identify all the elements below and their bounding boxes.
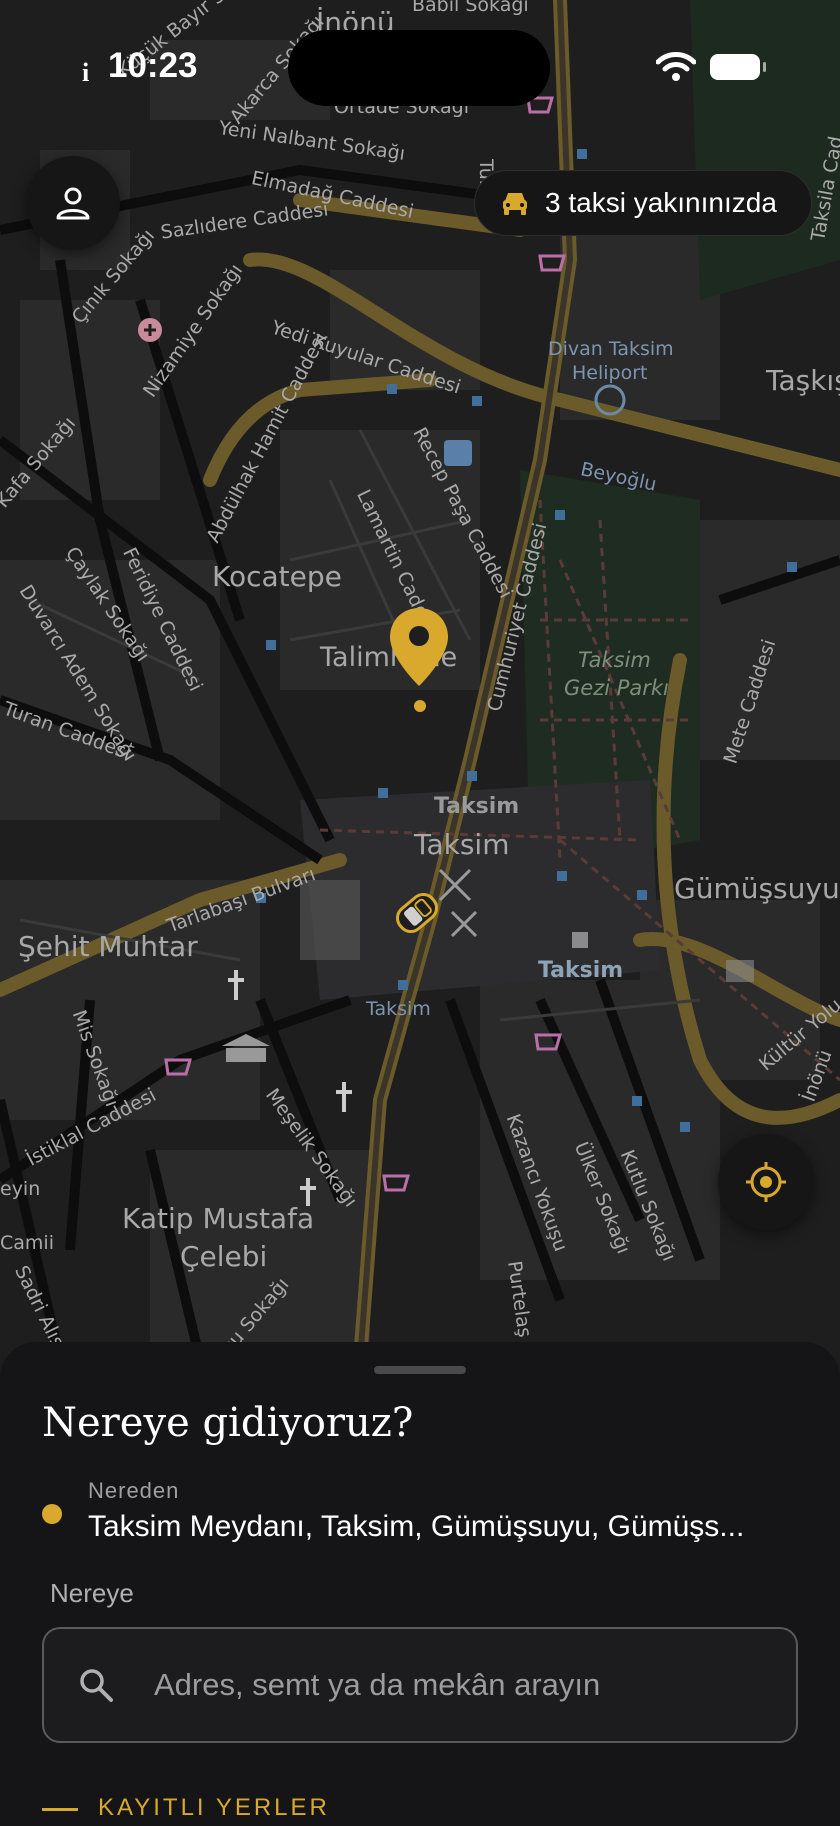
car-icon (503, 193, 527, 215)
person-icon (56, 187, 90, 220)
map-label: Heliport (572, 362, 648, 384)
info-icon: i (82, 58, 90, 87)
map-label: Gümüşsuyu (674, 872, 840, 905)
map-label: Şehit Muhtar (18, 930, 198, 963)
status-time: 10:23 (108, 46, 198, 85)
saved-places-title: KAYITLI YERLER (98, 1794, 330, 1821)
map-pin-icon (390, 608, 448, 712)
sheet-title: Nereye gidiyoruz? (42, 1400, 414, 1446)
map-label: Taksim (578, 648, 651, 672)
sheet-handle[interactable] (374, 1366, 466, 1374)
map-label: Taşkış (766, 364, 840, 397)
map-label: eyin (0, 1178, 41, 1200)
battery-icon (710, 54, 766, 80)
pickup-address[interactable]: Taksim Meydanı, Taksim, Gümüşsuyu, Gümüş… (88, 1510, 808, 1544)
search-icon (80, 1669, 113, 1702)
nearby-taxis-text: 3 taksi yakınınızda (545, 187, 777, 218)
locate-me-button[interactable] (718, 1134, 814, 1230)
destination-search-box[interactable] (42, 1627, 798, 1743)
nearby-taxis-badge[interactable]: 3 taksi yakınınızda (474, 170, 812, 236)
map-label: Gezi Parkı (564, 676, 669, 700)
map-label: Taksim (434, 794, 520, 819)
profile-button[interactable] (26, 156, 120, 250)
map-label: Kocatepe (212, 560, 342, 593)
crosshair-icon (746, 1162, 786, 1202)
map-label: Taksim (366, 998, 431, 1020)
destination-search-input[interactable] (152, 1666, 756, 1704)
map-label: Katip Mustafa (122, 1202, 315, 1235)
destination-label: Nereye (50, 1578, 134, 1608)
destination-sheet: Nereye gidiyoruz? Nereden Taksim Meydanı… (0, 1342, 840, 1826)
pickup-label: Nereden (88, 1478, 180, 1503)
saved-places-accent-line (42, 1808, 78, 1811)
pickup-dot-icon (42, 1504, 62, 1524)
dynamic-island (288, 30, 550, 106)
map-label: Taksim (538, 958, 624, 983)
map-label: Divan Taksim (548, 338, 674, 360)
wifi-icon (656, 52, 696, 81)
map-label: Taksim (414, 828, 510, 861)
status-bar: i 10:23 (0, 0, 840, 130)
taxi-marker-icon[interactable] (384, 880, 450, 946)
map-label: Camii (0, 1232, 54, 1254)
map-label: Çelebi (180, 1240, 268, 1273)
